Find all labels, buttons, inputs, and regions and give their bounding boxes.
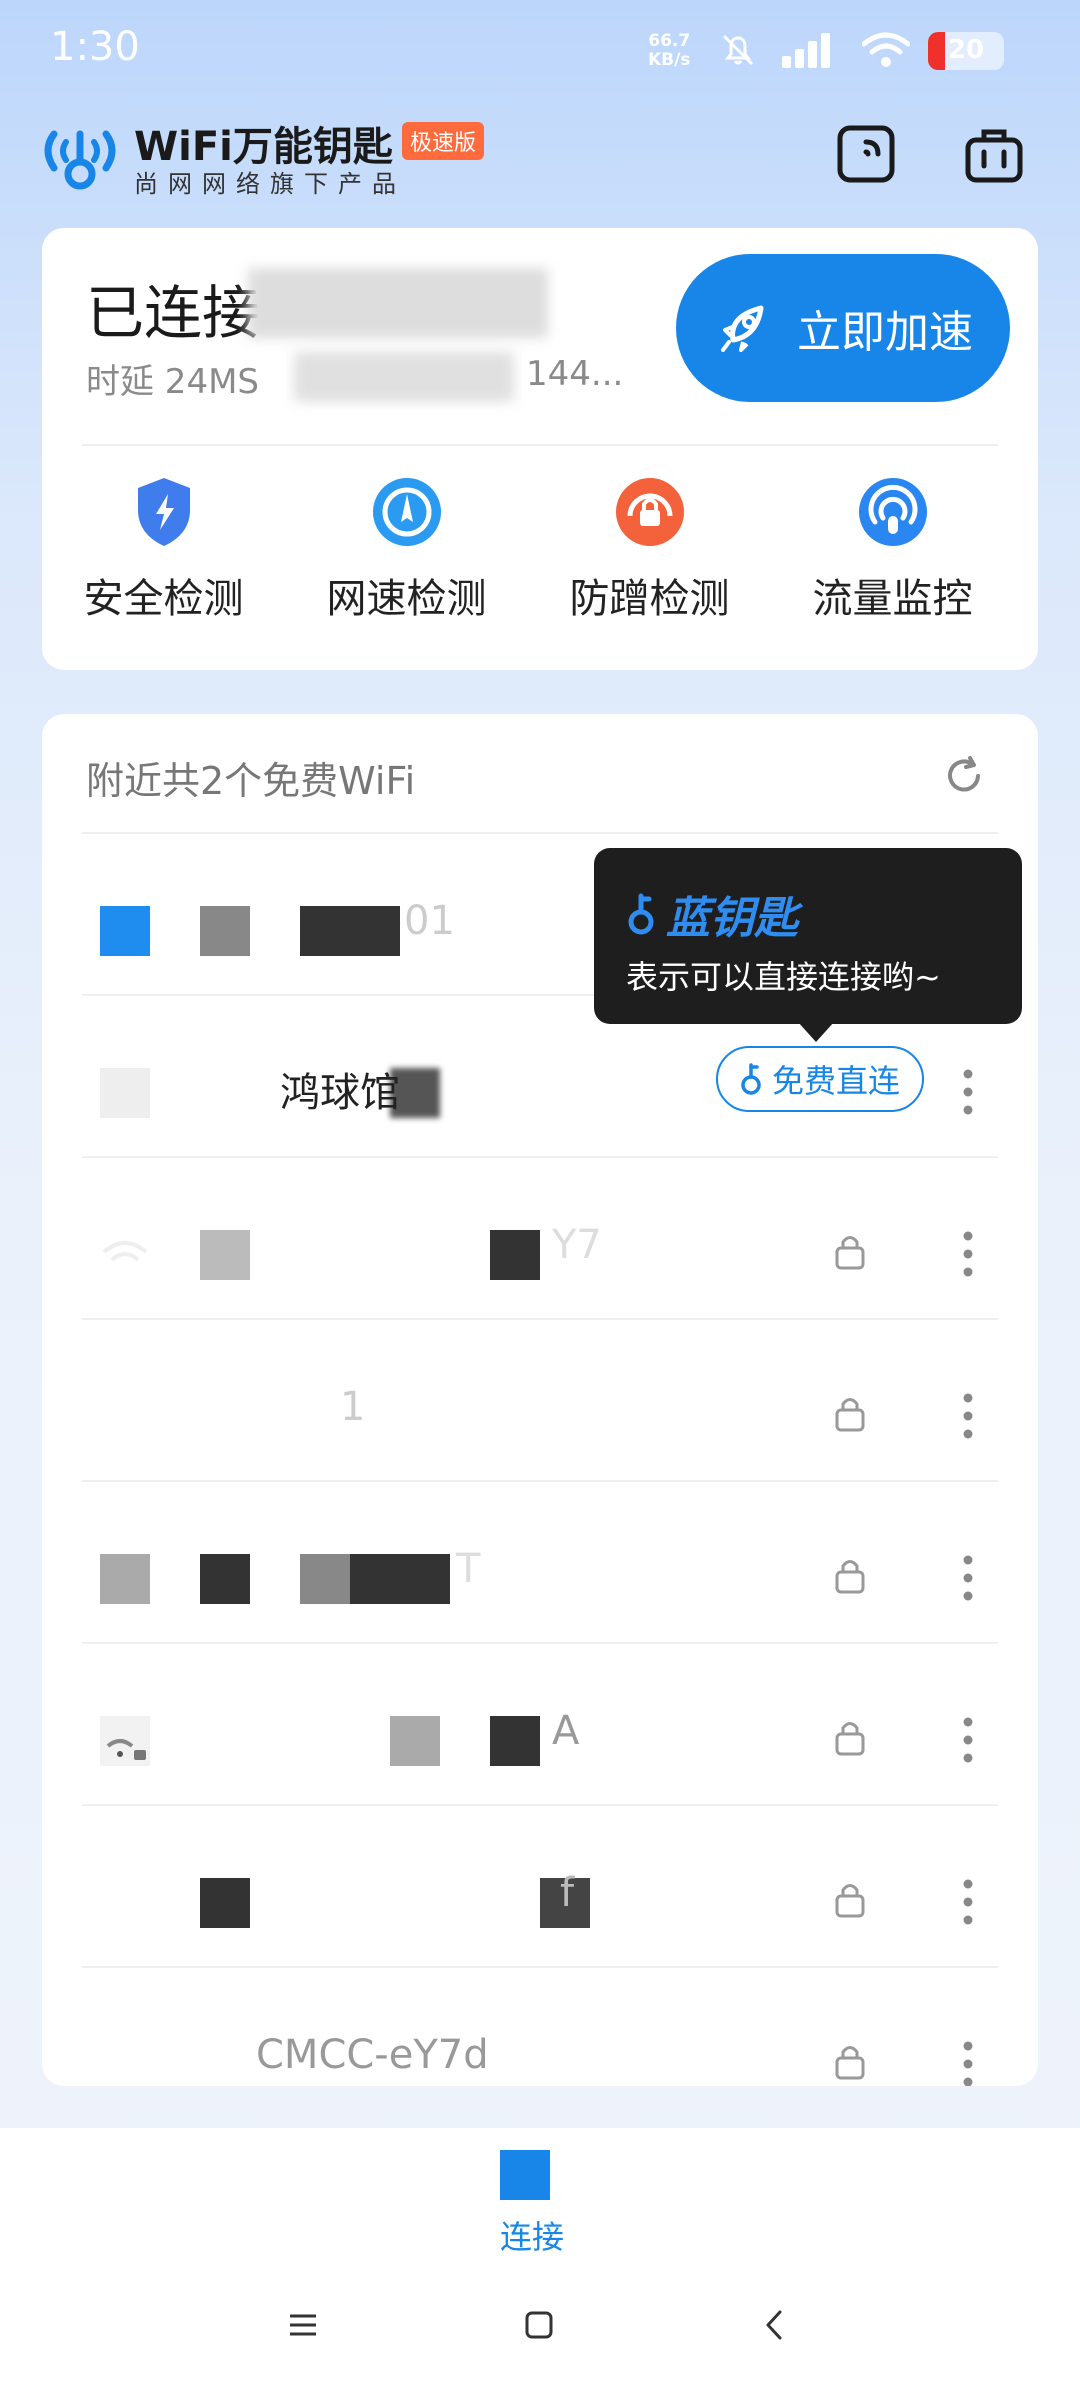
wifi-key-logo-icon — [44, 130, 116, 190]
battery-icon: 20 — [928, 32, 1004, 70]
lock-icon — [835, 1398, 865, 1432]
wifi-name: 01 — [404, 898, 455, 944]
network-speed-unit: KB/s — [648, 50, 691, 70]
blue-key-icon — [628, 893, 654, 935]
connect-tab-icon[interactable] — [500, 2150, 550, 2200]
shield-bolt-icon — [137, 478, 190, 546]
more-options-icon[interactable] — [962, 1068, 974, 1116]
connection-card: 已连接 时延 24MS 144... 立即加速 安全检测 网速检测 防蹭检测 流… — [42, 228, 1038, 670]
wifi-row[interactable]: A — [82, 1642, 998, 1804]
blue-key-tooltip: 蓝钥匙 表示可以直接连接哟~ — [594, 848, 1022, 1042]
connection-status: 已连接 — [86, 279, 261, 347]
back-icon[interactable] — [758, 2308, 792, 2342]
wifi-name: Y7 — [552, 1222, 602, 1268]
redacted-block — [300, 1554, 350, 1604]
system-nav-bar — [0, 2268, 1080, 2400]
tool-traffic-monitor[interactable]: 流量监控 — [771, 474, 1014, 624]
anti-freeload-icon — [615, 478, 684, 546]
tool-label: 流量监控 — [812, 576, 973, 622]
tooltip-description: 表示可以直接连接哟~ — [626, 958, 941, 996]
tool-security-check[interactable]: 安全检测 — [42, 474, 285, 624]
lock-icon — [835, 2046, 865, 2080]
connection-latency: 时延 24MS — [86, 362, 259, 402]
more-options-icon[interactable] — [962, 1230, 974, 1278]
menu-icon[interactable] — [286, 2308, 320, 2342]
network-speed-value: 66.7 — [648, 31, 691, 51]
tooltip-title: 蓝钥匙 — [666, 893, 798, 944]
redacted-block — [200, 1878, 250, 1928]
app-header: WiFi万能钥匙 极速版 尚网网络旗下产品 — [0, 110, 1080, 200]
tab-connect[interactable]: 连接 — [500, 2212, 564, 2258]
wifi-signal-icon — [100, 1716, 150, 1766]
wifi-row[interactable]: 1 — [82, 1318, 998, 1480]
wifi-icon — [862, 32, 910, 67]
wifi-name: f — [560, 1870, 575, 1916]
more-options-icon[interactable] — [962, 1716, 974, 1764]
redacted-block — [200, 906, 250, 956]
lock-icon — [835, 1560, 865, 1594]
more-options-icon[interactable] — [962, 2040, 974, 2086]
redacted-block — [200, 1554, 250, 1604]
scan-icon[interactable] — [834, 122, 898, 186]
connection-detail-tail: 144... — [526, 354, 624, 394]
signal-icon — [782, 33, 830, 68]
wifi-row[interactable]: f — [82, 1804, 998, 1966]
wifi-row[interactable]: CMCC-eY7d — [82, 1966, 998, 2086]
network-speed: 66.7 KB/s — [648, 32, 690, 70]
wifi-name: 1 — [340, 1384, 366, 1430]
battery-level: 20 — [947, 35, 985, 65]
home-icon[interactable] — [522, 2308, 556, 2342]
tool-anti-freeload[interactable]: 防蹭检测 — [528, 474, 771, 624]
redacted-block — [200, 1230, 250, 1280]
divider — [82, 444, 998, 446]
redacted-block — [350, 1554, 450, 1604]
tool-label: 安全检测 — [83, 576, 244, 622]
mute-bell-icon — [722, 34, 754, 66]
free-connect-label: 免费直连 — [771, 1062, 900, 1100]
more-options-icon[interactable] — [962, 1878, 974, 1926]
bottom-nav: 连接 — [0, 2128, 1080, 2268]
traffic-monitor-icon — [858, 478, 927, 546]
accelerate-button[interactable]: 立即加速 — [676, 254, 1010, 402]
wifi-signal-icon — [100, 906, 150, 956]
blue-key-icon — [741, 1063, 761, 1095]
redacted-detail — [294, 352, 514, 402]
more-options-icon[interactable] — [962, 1392, 974, 1440]
clock: 1:30 — [50, 24, 140, 70]
app-slogan: 尚网网络旗下产品 — [134, 170, 406, 198]
speedometer-icon — [372, 478, 441, 546]
nearby-wifi-title: 附近共2个免费WiFi — [86, 759, 416, 803]
wifi-row[interactable]: T — [82, 1480, 998, 1642]
wifi-row[interactable]: Y7 — [82, 1156, 998, 1318]
tool-label: 网速检测 — [326, 576, 487, 622]
redacted-block — [490, 1716, 540, 1766]
edition-badge: 极速版 — [402, 122, 485, 160]
status-bar: 1:30 66.7 KB/s 20 — [0, 0, 1080, 100]
lock-icon — [835, 1722, 865, 1756]
more-options-icon[interactable] — [962, 1554, 974, 1602]
free-connect-button[interactable]: 免费直连 — [715, 1046, 924, 1112]
accelerate-label: 立即加速 — [797, 307, 973, 358]
redacted-ssid — [248, 268, 548, 338]
redacted-block — [300, 906, 400, 956]
wifi-signal-icon — [100, 1554, 150, 1604]
rocket-icon — [721, 305, 764, 352]
wifi-signal-icon — [102, 1241, 148, 1262]
wifi-name: A — [552, 1708, 580, 1754]
lock-icon — [835, 1884, 865, 1918]
refresh-icon[interactable] — [942, 754, 986, 798]
wifi-name: 鸿球馆 — [280, 1070, 400, 1116]
tooltip-arrow — [798, 1022, 834, 1042]
redacted-block — [490, 1230, 540, 1280]
toolbox-icon[interactable] — [962, 122, 1026, 186]
tool-grid: 安全检测 网速检测 防蹭检测 流量监控 — [42, 474, 1038, 624]
tool-speed-test[interactable]: 网速检测 — [285, 474, 528, 624]
lock-icon — [835, 1236, 865, 1270]
tool-label: 防蹭检测 — [569, 576, 730, 622]
wifi-name: T — [456, 1546, 481, 1592]
redacted-block — [390, 1716, 440, 1766]
wifi-name: CMCC-eY7d — [256, 2032, 489, 2078]
wifi-signal-icon — [100, 1068, 150, 1118]
